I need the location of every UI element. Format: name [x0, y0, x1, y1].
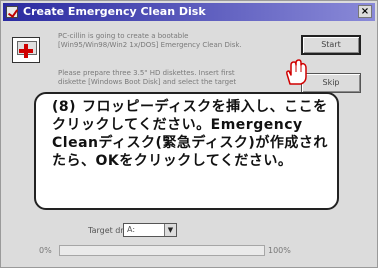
start-button[interactable]: Start — [301, 35, 361, 55]
progress-min-label: 0% — [39, 246, 52, 255]
progress-bar — [59, 245, 265, 256]
instruction-message: Please prepare three 3.5" HD diskettes. … — [58, 69, 298, 87]
create-emergency-disk-dialog: Create Emergency Clean Disk × PC-cillin … — [0, 0, 378, 268]
progress-max-label: 100% — [268, 246, 291, 255]
instruction-message-line1: Please prepare three 3.5" HD diskettes. … — [58, 69, 235, 77]
instruction-message-line2: diskette [Windows Boot Disk] and select … — [58, 78, 237, 86]
intro-message: PC-cillin is going to create a bootable … — [58, 32, 298, 50]
emergency-clean-app-icon — [12, 37, 40, 63]
instruction-callout: (8) フロッピーディスクを挿入し、ここをクリックしてください。Emergency… — [34, 92, 339, 210]
close-icon[interactable]: × — [358, 5, 372, 18]
callout-body: フロッピーディスクを挿入し、ここをクリックしてください。Emergency Cl… — [52, 99, 328, 169]
intro-message-line1: PC-cillin is going to create a bootable — [58, 32, 189, 40]
target-drive-select[interactable]: A: ▼ — [123, 223, 177, 237]
red-cross-horizontal — [19, 49, 33, 53]
chevron-down-icon[interactable]: ▼ — [164, 224, 176, 236]
intro-message-line2: [Win95/Win98/Win2 1x/DOS] Emergency Clea… — [58, 41, 242, 49]
target-drive-value: A: — [127, 225, 136, 234]
callout-step-number: (8) — [52, 99, 77, 115]
window-title: Create Emergency Clean Disk — [23, 5, 206, 18]
app-system-icon[interactable] — [6, 6, 18, 18]
title-bar[interactable]: Create Emergency Clean Disk × — [3, 3, 375, 21]
pointing-hand-icon — [286, 59, 307, 85]
callout-text: (8) フロッピーディスクを挿入し、ここをクリックしてください。Emergency… — [52, 98, 332, 170]
